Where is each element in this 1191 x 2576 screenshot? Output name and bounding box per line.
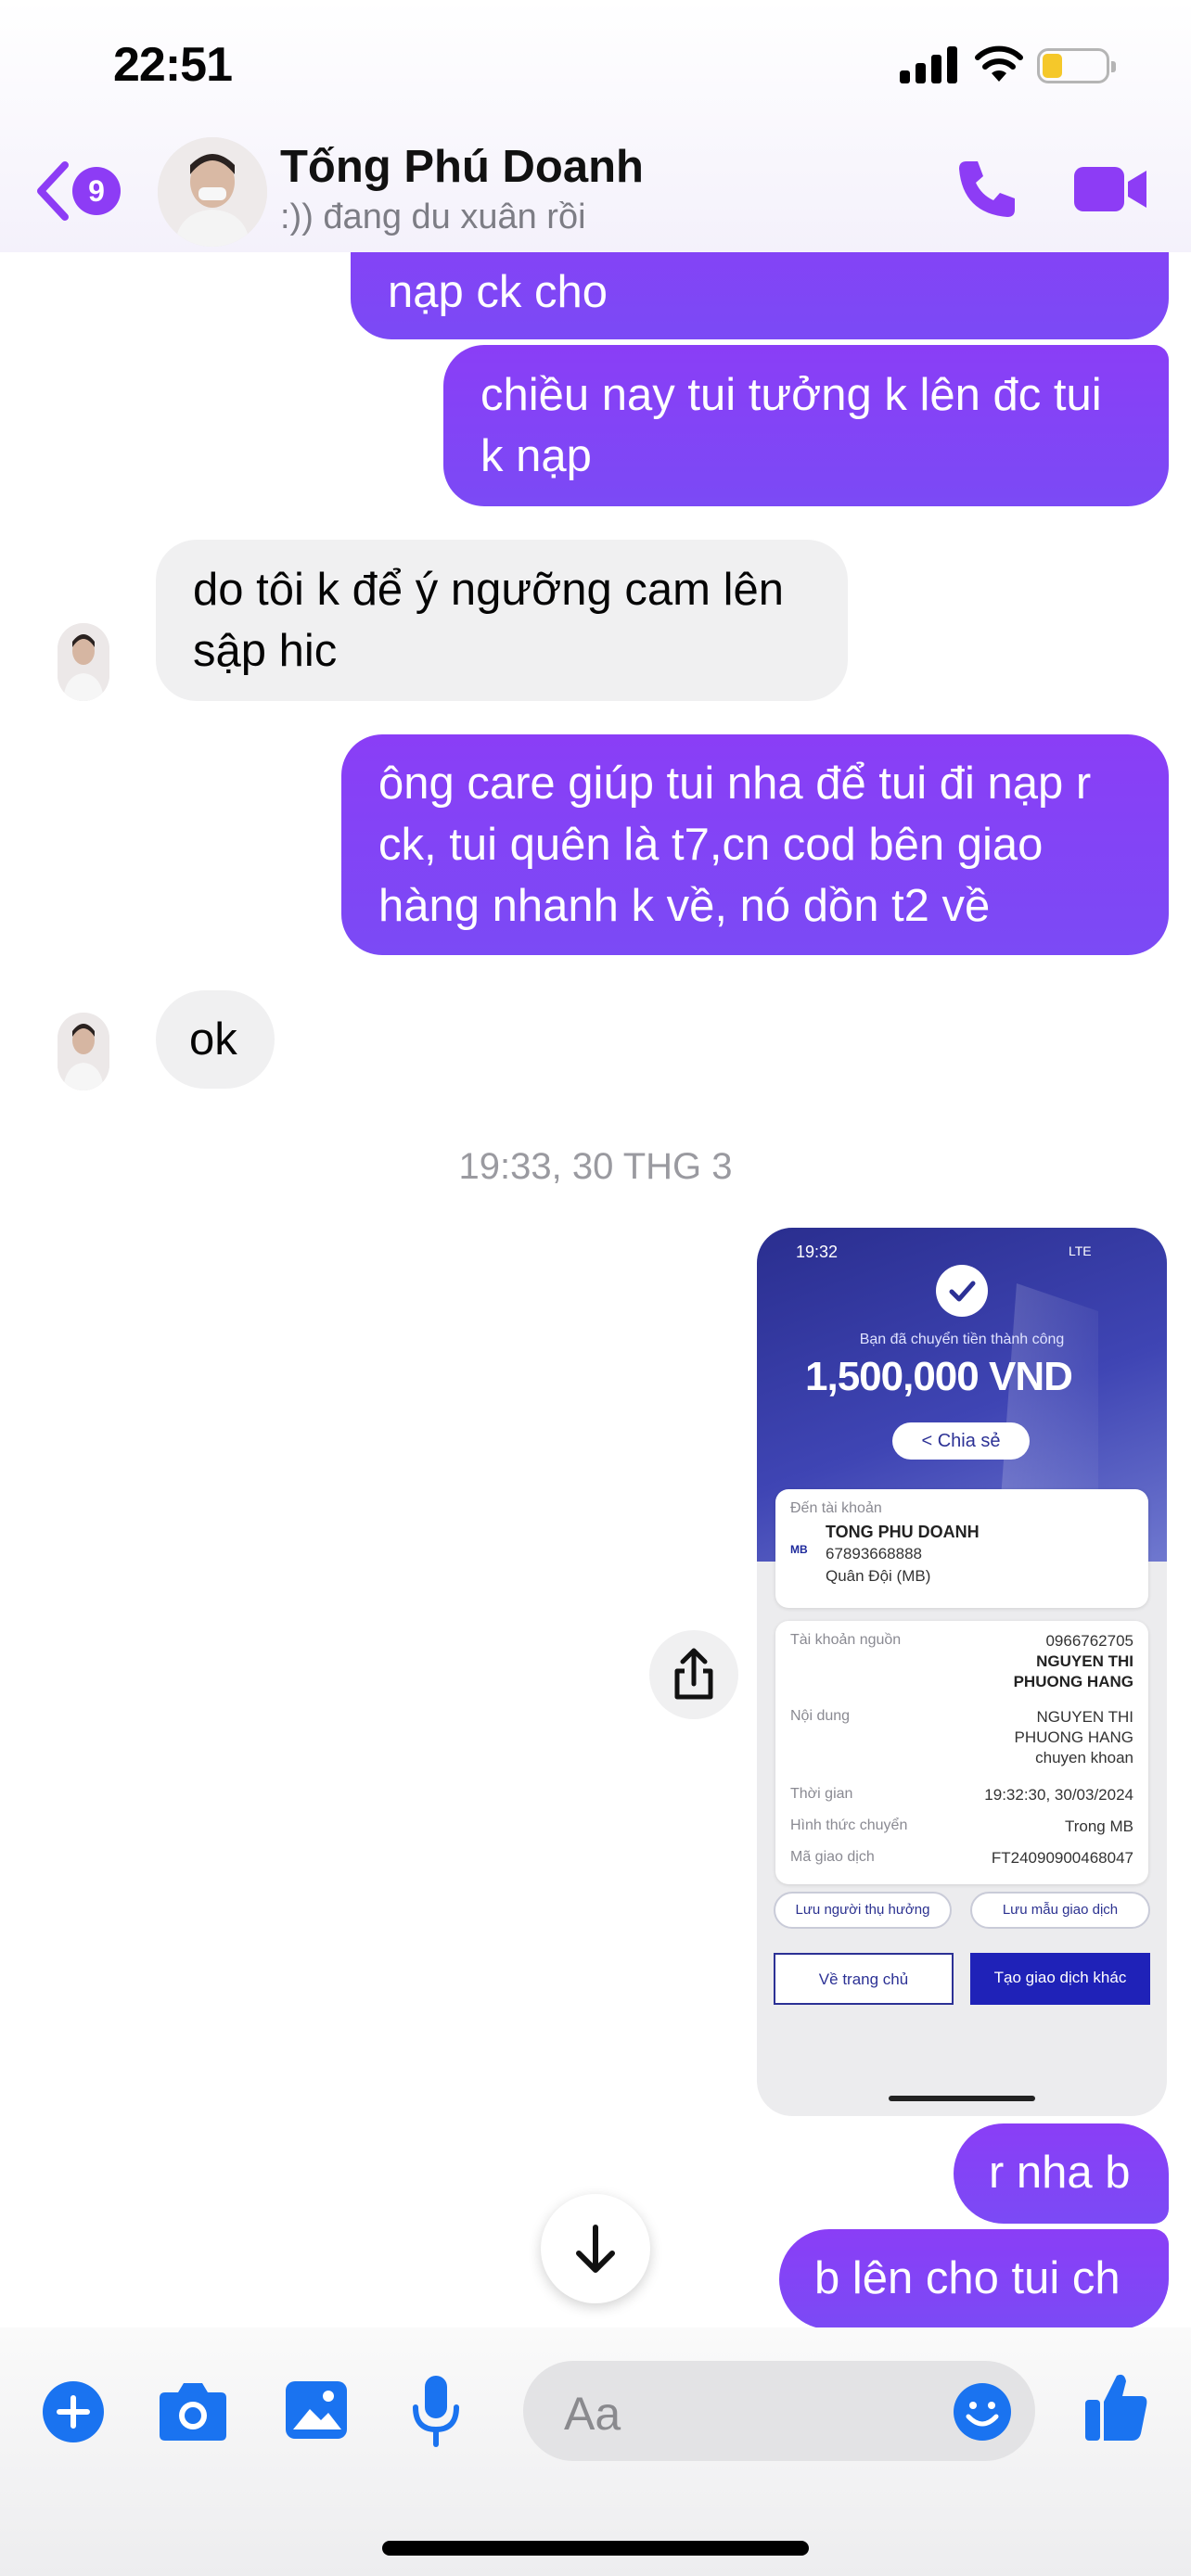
image-gallery-icon[interactable] bbox=[284, 2378, 349, 2442]
home-button: Về trang chủ bbox=[774, 1953, 954, 2005]
person-photo bbox=[158, 137, 267, 247]
scroll-to-bottom-button[interactable] bbox=[541, 2194, 650, 2303]
chevron-left-icon bbox=[37, 161, 69, 221]
cellular-signal-icon bbox=[900, 46, 957, 83]
message-line: hàng nhanh k về, nó dồn t2 về bbox=[378, 881, 991, 931]
like-thumbs-up-icon[interactable] bbox=[1083, 2368, 1150, 2442]
status-time: 22:51 bbox=[113, 38, 233, 92]
bank-logo: MB bbox=[790, 1543, 808, 1556]
share-icon: < bbox=[921, 1431, 938, 1451]
receipt-network: LTE bbox=[1069, 1243, 1092, 1258]
source-account: 0966762705 bbox=[1045, 1632, 1133, 1650]
wifi-icon bbox=[975, 45, 1023, 82]
share-icon bbox=[674, 1648, 713, 1700]
unread-badge: 9 bbox=[72, 167, 121, 215]
back-button[interactable]: 9 bbox=[33, 158, 126, 226]
message-line: ck, tui quên là t7,cn cod bên giao bbox=[378, 820, 1044, 870]
transaction-details-card: Tài khoản nguồn 0966762705 NGUYEN THI PH… bbox=[775, 1621, 1148, 1884]
message-text: r nha b bbox=[989, 2148, 1131, 2198]
message-text: nạp ck cho bbox=[388, 267, 608, 317]
message-composer: Aa bbox=[0, 2327, 1191, 2576]
message-incoming[interactable]: do tôi k để ý ngưỡng cam lên sập hic bbox=[156, 540, 848, 701]
message-line: do tôi k để ý ngưỡng cam lên bbox=[193, 565, 784, 615]
message-input[interactable]: Aa bbox=[523, 2361, 1035, 2461]
message-incoming[interactable]: ok bbox=[156, 990, 275, 1089]
transfer-receipt-image[interactable]: 19:32 LTE Bạn đã chuyển tiền thành công … bbox=[757, 1228, 1167, 2116]
recipient-account: 67893668888 bbox=[826, 1545, 923, 1562]
receipt-subtitle: Bạn đã chuyển tiền thành công bbox=[859, 1332, 1065, 1347]
person-photo bbox=[58, 1013, 109, 1090]
content-line3: chuyen khoan bbox=[1035, 1749, 1133, 1766]
chat-header: 22:51 9 Tống Phú Doanh :)) đang du xuân … bbox=[0, 0, 1191, 252]
source-account-label: Tài khoản nguồn bbox=[790, 1632, 902, 1648]
source-name-line2: PHUONG HANG bbox=[1013, 1673, 1133, 1690]
content-label: Nội dung bbox=[790, 1708, 851, 1724]
sender-avatar[interactable] bbox=[58, 623, 109, 701]
receipt-share-button: < Chia sẻ bbox=[892, 1422, 1030, 1460]
message-line: chiều nay tui tưởng k lên đc tui bbox=[480, 370, 1102, 420]
txn-label: Mã giao dịch bbox=[790, 1849, 875, 1865]
home-indicator bbox=[382, 2541, 809, 2556]
contact-status: :)) đang du xuân rồi bbox=[280, 198, 586, 236]
recipient-bank: Quân Đội (MB) bbox=[826, 1567, 931, 1585]
contact-avatar[interactable] bbox=[158, 137, 267, 247]
camera-icon[interactable] bbox=[158, 2378, 228, 2442]
message-input-placeholder: Aa bbox=[564, 2388, 621, 2440]
recipient-card: Đến tài khoản MB TONG PHU DOANH 67893668… bbox=[775, 1489, 1148, 1608]
share-button[interactable] bbox=[649, 1630, 738, 1719]
message-text: ok bbox=[189, 1014, 237, 1065]
phone-icon[interactable] bbox=[954, 156, 1020, 223]
receipt-time: 19:32 bbox=[796, 1243, 839, 1261]
message-line: ông care giúp tui nha để tui đi nạp r bbox=[378, 759, 1092, 809]
person-photo bbox=[58, 623, 109, 701]
battery-icon bbox=[1037, 48, 1116, 83]
message-outgoing[interactable]: b lên cho tui ch bbox=[779, 2229, 1169, 2329]
time-label: Thời gian bbox=[790, 1786, 853, 1802]
content-line1: NGUYEN THI bbox=[1036, 1708, 1133, 1726]
message-outgoing[interactable]: chiều nay tui tưởng k lên đc tui k nạp bbox=[443, 345, 1169, 506]
source-name-line1: NGUYEN THI bbox=[1036, 1652, 1133, 1670]
txn-value: FT24090900468047 bbox=[991, 1849, 1133, 1867]
video-camera-icon[interactable] bbox=[1072, 159, 1148, 219]
sender-avatar[interactable] bbox=[58, 1013, 109, 1090]
receipt-home-indicator bbox=[889, 2096, 1035, 2101]
microphone-icon[interactable] bbox=[408, 2372, 464, 2450]
check-icon bbox=[936, 1265, 988, 1317]
content-line2: PHUONG HANG bbox=[1014, 1728, 1133, 1746]
plus-icon[interactable] bbox=[41, 2379, 106, 2444]
message-text: b lên cho tui ch bbox=[814, 2253, 1121, 2303]
new-transaction-button: Tạo giao dịch khác bbox=[970, 1953, 1150, 2005]
receipt-amount: 1,500,000 VND bbox=[805, 1354, 1073, 1399]
to-account-label: Đến tài khoản bbox=[790, 1500, 882, 1516]
time-value: 19:32:30, 30/03/2024 bbox=[984, 1786, 1133, 1804]
message-line: sập hic bbox=[193, 626, 338, 676]
contact-name[interactable]: Tống Phú Doanh bbox=[280, 141, 644, 193]
method-label: Hình thức chuyển bbox=[790, 1817, 908, 1833]
message-line: k nạp bbox=[480, 431, 592, 481]
save-recipient-button: Lưu người thụ hưởng bbox=[774, 1892, 952, 1929]
message-timestamp: 19:33, 30 THG 3 bbox=[458, 1146, 733, 1187]
message-outgoing[interactable]: r nha b bbox=[954, 2123, 1169, 2224]
share-label: Chia sẻ bbox=[937, 1431, 1001, 1451]
arrow-down-icon bbox=[576, 2225, 615, 2273]
recipient-name: TONG PHU DOANH bbox=[826, 1523, 980, 1541]
emoji-icon[interactable] bbox=[952, 2381, 1013, 2442]
message-outgoing[interactable]: ông care giúp tui nha để tui đi nạp r ck… bbox=[341, 734, 1169, 955]
save-template-button: Lưu mẫu giao dịch bbox=[970, 1892, 1150, 1929]
method-value: Trong MB bbox=[1064, 1817, 1133, 1835]
